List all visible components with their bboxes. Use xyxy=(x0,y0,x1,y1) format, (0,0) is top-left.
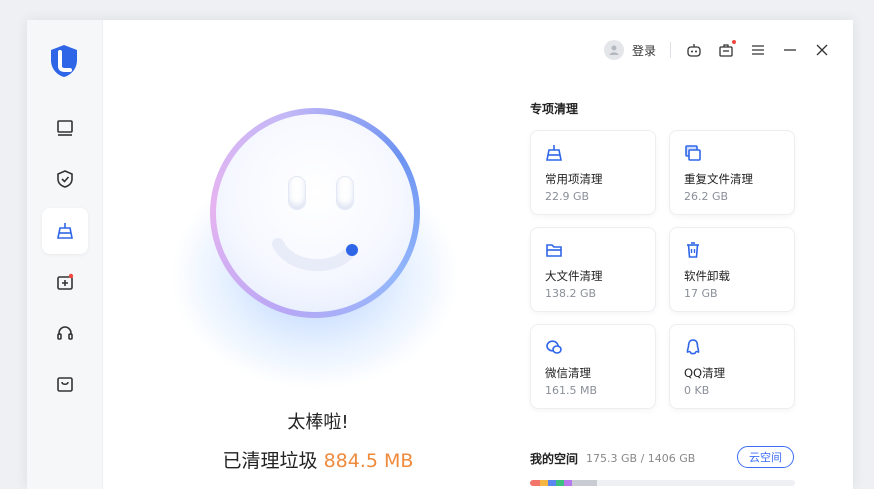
card-wechat[interactable]: 微信清理 161.5 MB xyxy=(530,324,656,409)
divider xyxy=(670,42,671,58)
card-size: 26.2 GB xyxy=(684,190,729,203)
sidebar-item-clean[interactable] xyxy=(42,208,88,254)
card-size: 161.5 MB xyxy=(545,384,598,397)
cleaned-summary: 已清理垃圾 884.5 MB xyxy=(103,446,533,473)
minimize-button[interactable] xyxy=(781,41,799,59)
login-label: 登录 xyxy=(631,43,656,58)
wechat-icon xyxy=(546,340,562,354)
app-window: 登录 太棒啦! 已清理垃圾 884.5 MB 专项清理 常用项清理 22.9 G… xyxy=(27,20,853,489)
sidebar-item-device[interactable] xyxy=(42,105,88,151)
space-label: 我的空间 xyxy=(530,452,579,466)
monitor-icon xyxy=(57,120,73,136)
headset-icon xyxy=(57,326,73,340)
cleaned-prefix: 已清理垃圾 xyxy=(222,450,318,472)
card-uninstall[interactable]: 软件卸载 17 GB xyxy=(669,227,795,312)
trash-icon xyxy=(687,242,699,258)
card-size: 17 GB xyxy=(684,287,718,300)
card-name: 常用项清理 xyxy=(545,172,603,186)
face-inner xyxy=(216,114,414,312)
minimize-icon xyxy=(784,49,796,51)
shield-check-icon xyxy=(57,170,73,188)
bar-segment xyxy=(540,480,548,486)
robot-button[interactable] xyxy=(685,41,703,59)
card-name: 微信清理 xyxy=(545,366,591,380)
sidebar-item-store[interactable] xyxy=(42,361,88,407)
left-eye xyxy=(288,176,306,210)
right-eye xyxy=(336,176,354,210)
card-name: 重复文件清理 xyxy=(684,172,753,186)
sidebar-item-toolbox[interactable] xyxy=(42,259,88,305)
sidebar-item-support[interactable] xyxy=(42,310,88,356)
card-common-clean[interactable]: 常用项清理 22.9 GB xyxy=(530,130,656,215)
smiley-face-illustration xyxy=(210,108,420,318)
broom-icon xyxy=(57,223,73,239)
bar-segment xyxy=(564,480,572,486)
cleaned-amount: 884.5 MB xyxy=(323,450,414,472)
shield-logo-icon xyxy=(51,45,77,77)
topbar: 登录 xyxy=(603,38,831,62)
notification-dot xyxy=(732,40,736,44)
bar-segment xyxy=(530,480,540,486)
folder-icon xyxy=(546,244,562,257)
login-button[interactable]: 登录 xyxy=(603,40,656,60)
bar-segment xyxy=(548,480,556,486)
qq-icon xyxy=(686,339,700,355)
close-icon xyxy=(816,44,828,56)
gift-button[interactable] xyxy=(717,40,736,59)
card-size: 138.2 GB xyxy=(545,287,597,300)
avatar xyxy=(603,40,624,60)
close-button[interactable] xyxy=(813,41,831,59)
card-name: 软件卸载 xyxy=(684,269,730,283)
gift-icon xyxy=(719,44,733,57)
sidebar-item-security[interactable] xyxy=(42,156,88,202)
card-size: 0 KB xyxy=(684,384,710,397)
bar-segment xyxy=(556,480,564,486)
bar-segment xyxy=(572,480,597,486)
menu-icon xyxy=(752,45,764,55)
card-duplicate-files[interactable]: 重复文件清理 26.2 GB xyxy=(669,130,795,215)
result-message: 太棒啦! xyxy=(287,412,349,433)
card-size: 22.9 GB xyxy=(545,190,590,203)
card-qq[interactable]: QQ清理 0 KB xyxy=(669,324,795,409)
brush-icon xyxy=(546,145,562,161)
space-usage: 175.3 GB / 1406 GB xyxy=(586,452,696,465)
bag-icon xyxy=(57,377,73,392)
card-name: QQ清理 xyxy=(684,366,726,380)
section-title: 专项清理 xyxy=(530,102,579,116)
card-large-files[interactable]: 大文件清理 138.2 GB xyxy=(530,227,656,312)
card-name: 大文件清理 xyxy=(545,269,603,283)
user-icon xyxy=(609,45,619,55)
robot-icon xyxy=(687,44,701,57)
sidebar xyxy=(27,20,103,489)
menu-button[interactable] xyxy=(749,41,767,59)
toolbox-icon xyxy=(57,273,74,290)
main-panel: 登录 太棒啦! 已清理垃圾 884.5 MB 专项清理 常用项清理 22.9 G… xyxy=(103,20,853,489)
space-usage-bar xyxy=(530,480,795,486)
cloud-space-button[interactable]: 云空间 xyxy=(737,446,794,468)
smile-mouth xyxy=(272,238,358,272)
duplicate-files-icon xyxy=(685,145,701,161)
